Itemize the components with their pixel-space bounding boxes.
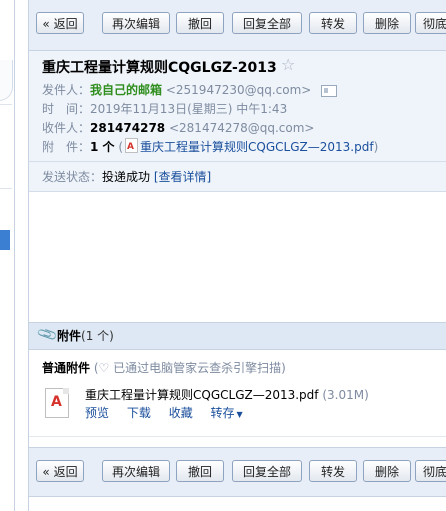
recipient-address: <281474278@qq.com> <box>168 121 315 135</box>
attachment-link[interactable]: 重庆工程量计算规则CQGCLGZ—2013.pdf <box>140 140 374 154</box>
shield-icon: ♡ <box>98 361 110 375</box>
recipient-row: 收件人：281474278 <281474278@qq.com> <box>42 119 314 137</box>
mail-subject: 重庆工程量计算规则CQGLGZ-2013 <box>42 60 277 76</box>
chevron-down-icon[interactable]: ▼ <box>237 410 243 419</box>
attachments-count: (1 个) <box>81 329 114 343</box>
save-to-link[interactable]: 转存 <box>211 406 235 420</box>
sender-name[interactable]: 我自己的邮箱 <box>90 83 162 97</box>
paren: ) <box>373 140 379 154</box>
attachments-body: 普通附件 (♡ 已通过电脑管家云查杀引擎扫描) 重庆工程量计算规则CQGCLGZ… <box>29 350 446 437</box>
divider <box>0 188 12 189</box>
attachment-row: 附 件：1 个 ( 重庆工程量计算规则CQGCLGZ—2013.pdf) <box>42 138 378 156</box>
recall-button[interactable]: 撤回 <box>176 12 224 34</box>
download-link[interactable]: 下载 <box>127 406 151 420</box>
recall-button-bottom[interactable]: 撤回 <box>176 460 224 482</box>
status-label: 发送状态： <box>42 170 103 184</box>
forward-button-bottom[interactable]: 转发 <box>309 460 357 482</box>
file-actions: 预览 下载 收藏 转存 ▼ <box>85 404 243 421</box>
sender-row: 发件人：我自己的邮箱 <251947230@qq.com> <box>42 81 338 99</box>
back-button-bottom[interactable]: « 返回 <box>36 460 84 482</box>
reply-all-button[interactable]: 回复全部 <box>232 12 302 34</box>
status-value: 投递成功 <box>102 170 151 184</box>
scan-note-close: ) <box>281 361 286 375</box>
forward-button[interactable]: 转发 <box>309 12 357 34</box>
top-toolbar: « 返回 再次编辑 撤回 回复全部 转发 删除 彻底 <box>29 0 446 51</box>
time-label: 时 间： <box>42 102 91 116</box>
view-details-link[interactable]: [查看详情] <box>154 170 211 184</box>
paperclip-icon: 📎 <box>36 323 60 347</box>
selected-folder-indicator <box>0 230 10 250</box>
reply-all-button-bottom[interactable]: 回复全部 <box>232 460 302 482</box>
mail-read-panel: « 返回 再次编辑 撤回 回复全部 转发 删除 彻底 重庆工程量计算规则CQGL… <box>28 0 446 511</box>
divider <box>29 161 446 162</box>
pdf-icon <box>125 138 139 156</box>
permanent-delete-button-bottom[interactable]: 彻底 <box>415 460 446 482</box>
pdf-file-icon[interactable] <box>45 388 69 418</box>
recipient-name[interactable]: 281474278 <box>90 121 165 135</box>
attachments-title: 附件(1 个) <box>57 327 114 344</box>
attachment-count: 1 个 <box>90 140 115 154</box>
attachment-label: 附 件： <box>42 140 91 154</box>
normal-attachments-line: 普通附件 (♡ 已通过电脑管家云查杀引擎扫描) <box>42 359 286 376</box>
time-value: 2019年11月13日(星期三) 中午1:43 <box>90 102 288 116</box>
favorite-link[interactable]: 收藏 <box>169 406 193 420</box>
permanent-delete-button[interactable]: 彻底 <box>415 12 446 34</box>
sender-address: <251947230@qq.com> <box>165 83 312 97</box>
mail-header: 重庆工程量计算规则CQGLGZ-2013 ☆ 发件人：我自己的邮箱 <25194… <box>29 51 446 192</box>
divider <box>0 104 12 105</box>
normal-attachments-label: 普通附件 <box>42 361 91 375</box>
back-button[interactable]: « 返回 <box>36 12 84 34</box>
re-edit-button[interactable]: 再次编辑 <box>102 12 170 34</box>
sender-label: 发件人： <box>42 83 91 97</box>
send-status-row: 发送状态：投递成功 [查看详情] <box>42 168 211 186</box>
delete-button[interactable]: 删除 <box>363 12 411 34</box>
star-icon[interactable]: ☆ <box>281 55 295 74</box>
bottom-toolbar: « 返回 再次编辑 撤回 回复全部 转发 删除 彻底 <box>29 447 446 497</box>
contact-card-icon[interactable] <box>321 84 338 97</box>
attachments-title-text: 附件 <box>57 329 82 343</box>
file-size: (3.01M) <box>322 388 369 402</box>
time-row: 时 间：2019年11月13日(星期三) 中午1:43 <box>42 100 287 118</box>
panel-curve <box>0 60 13 101</box>
re-edit-button-bottom[interactable]: 再次编辑 <box>102 460 170 482</box>
attachments-header: 📎 附件(1 个) <box>29 322 446 350</box>
left-panel-edge <box>0 0 15 511</box>
file-name[interactable]: 重庆工程量计算规则CQGCLGZ—2013.pdf <box>85 388 319 402</box>
paren: ( <box>114 140 124 154</box>
preview-link[interactable]: 预览 <box>85 406 109 420</box>
delete-button-bottom[interactable]: 删除 <box>363 460 411 482</box>
recipient-label: 收件人： <box>42 121 91 135</box>
scan-note: 已通过电脑管家云查杀引擎扫描 <box>113 361 282 375</box>
file-info: 重庆工程量计算规则CQGCLGZ—2013.pdf (3.01M) <box>85 386 369 403</box>
